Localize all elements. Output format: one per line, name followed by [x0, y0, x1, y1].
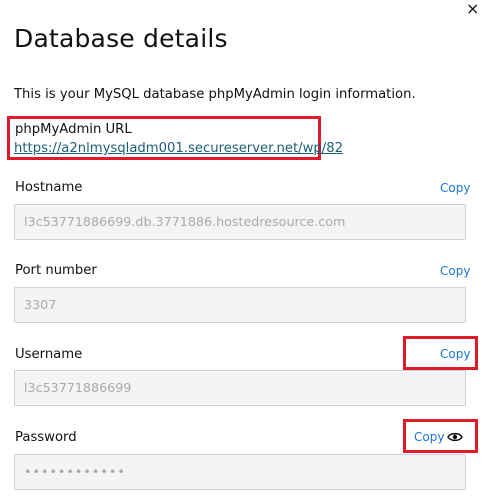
password-copy-button[interactable]: Copy	[414, 430, 444, 444]
port-field[interactable]: 3307	[14, 287, 466, 323]
close-icon[interactable]: ×	[466, 0, 479, 18]
intro-text: This is your MySQL database phpMyAdmin l…	[14, 87, 416, 102]
port-copy-button[interactable]: Copy	[440, 264, 470, 278]
hostname-field[interactable]: l3c53771886699.db.3771886.hostedresource…	[14, 204, 466, 240]
hostname-label: Hostname	[15, 180, 83, 195]
username-field[interactable]: l3c53771886699	[14, 370, 466, 406]
phpmyadmin-url-link[interactable]: https://a2nlmysqladm001.secureserver.net…	[14, 141, 343, 156]
port-label: Port number	[15, 263, 97, 278]
password-label: Password	[15, 430, 77, 445]
eye-icon[interactable]	[447, 431, 463, 443]
username-label: Username	[15, 347, 83, 362]
dialog-title: Database details	[14, 24, 228, 53]
hostname-copy-button[interactable]: Copy	[440, 181, 470, 195]
username-copy-button[interactable]: Copy	[440, 347, 470, 361]
password-field[interactable]: ••••••••••••	[14, 454, 466, 490]
phpmyadmin-url-label: phpMyAdmin URL	[15, 122, 132, 137]
